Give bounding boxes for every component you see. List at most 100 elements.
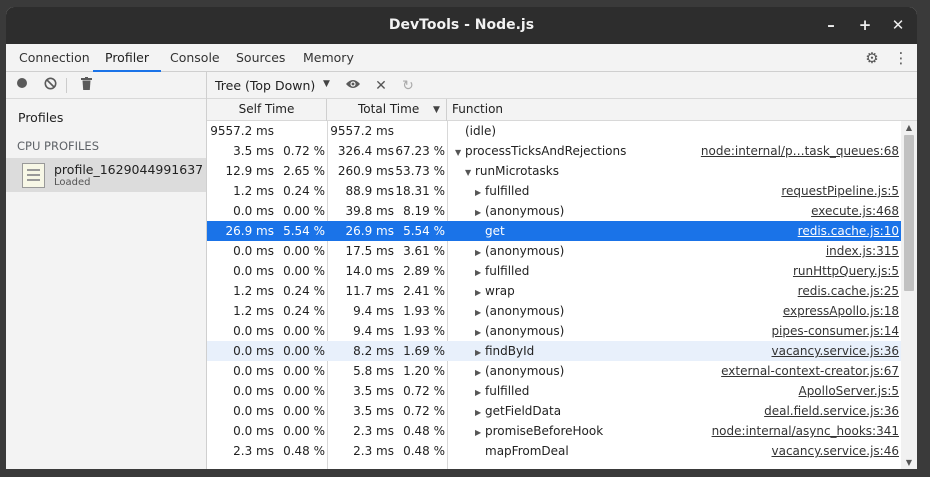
table-row[interactable]: 0.0 ms 0.00 % 14.0 ms 2.89 % ▶ fulfilled runHt… <box>207 261 901 281</box>
expand-right-icon[interactable]: ▶ <box>475 183 485 201</box>
scroll-up-icon[interactable]: ▲ <box>901 123 917 132</box>
table-row[interactable]: 9557.2 ms 9557.2 ms (idle) <box>207 121 901 141</box>
source-link[interactable]: requestPipeline.js:5 <box>669 181 899 201</box>
function-name: wrap <box>485 284 515 298</box>
source-link <box>669 121 899 141</box>
total-percent-cell: 0.48 % <box>403 444 445 458</box>
source-link[interactable]: vacancy.service.js:36 <box>669 341 899 361</box>
expand-right-icon[interactable]: ▶ <box>475 323 485 341</box>
table-row[interactable]: 0.0 ms 0.00 % 17.5 ms 3.61 % ▶ (anonymous) ind… <box>207 241 901 261</box>
vertical-scrollbar[interactable]: ▲ ▼ <box>901 121 917 469</box>
tab-memory[interactable]: Memory <box>291 44 366 72</box>
record-icon[interactable] <box>13 77 31 95</box>
table-row[interactable]: 0.0 ms 0.00 % 9.4 ms 1.93 % ▶ (anonymous) pipe… <box>207 321 901 341</box>
source-link[interactable]: vacancy.service.js:46 <box>669 441 899 461</box>
expand-right-icon[interactable]: ▶ <box>475 403 485 421</box>
self-time-cell: 1.2 ms <box>233 304 274 318</box>
table-row[interactable]: 0.0 ms 0.00 % 5.8 ms 1.20 % ▶ (anonymous) exte… <box>207 361 901 381</box>
function-name: (anonymous) <box>485 324 565 338</box>
expand-right-icon[interactable]: ▶ <box>475 203 485 221</box>
profile-view: Tree (Top Down) ▼ ✕ ↻ Self Time Total Ti… <box>207 72 917 469</box>
toolbar-divider <box>66 78 67 93</box>
source-link[interactable]: runHttpQuery.js:5 <box>669 261 899 281</box>
table-row[interactable]: 26.9 ms 5.54 % 26.9 ms 5.54 % get redis.cache… <box>207 221 901 241</box>
source-link[interactable]: index.js:315 <box>669 241 899 261</box>
expand-down-icon[interactable]: ▼ <box>455 143 465 161</box>
table-row[interactable]: 2.3 ms 0.48 % 2.3 ms 0.48 % mapFromDeal vacan… <box>207 441 901 461</box>
source-link[interactable]: redis.cache.js:25 <box>669 281 899 301</box>
expand-right-icon[interactable]: ▶ <box>475 243 485 261</box>
scroll-down-icon[interactable]: ▼ <box>901 458 917 467</box>
table-row[interactable]: 1.2 ms 0.24 % 88.9 ms 18.31 % ▶ fulfilled requ… <box>207 181 901 201</box>
table-row[interactable]: 3.5 ms 0.72 % 326.4 ms 67.23 % ▼ processTicks… <box>207 141 901 161</box>
expand-right-icon[interactable]: ▶ <box>475 363 485 381</box>
table-row[interactable]: 0.0 ms 0.00 % 2.3 ms 0.48 % ▶ promiseBeforeHo… <box>207 421 901 441</box>
expand-right-icon[interactable]: ▶ <box>475 303 485 321</box>
tab-console[interactable]: Console <box>158 44 232 72</box>
self-percent-cell: 0.24 % <box>283 304 325 318</box>
self-percent-cell: 5.54 % <box>283 224 325 238</box>
self-percent-cell: 0.00 % <box>283 244 325 258</box>
close-button[interactable]: ✕ <box>887 14 909 36</box>
table-row[interactable]: 12.9 ms 2.65 % 260.9 ms 53.73 % ▼ runMicrotas… <box>207 161 901 181</box>
eye-icon[interactable] <box>343 76 363 96</box>
expand-right-icon[interactable]: ▶ <box>475 263 485 281</box>
tab-connection[interactable]: Connection <box>7 44 102 72</box>
function-name: mapFromDeal <box>485 444 569 458</box>
total-percent-cell: 1.93 % <box>403 304 445 318</box>
table-row[interactable]: 0.0 ms 0.00 % 8.2 ms 1.69 % ▶ findById vacancy… <box>207 341 901 361</box>
function-name: promiseBeforeHook <box>485 424 604 438</box>
expand-down-icon[interactable]: ▼ <box>465 163 475 181</box>
minimize-button[interactable]: – <box>820 14 842 36</box>
source-link[interactable]: external-context-creator.js:67 <box>669 361 899 381</box>
maximize-button[interactable]: + <box>854 14 876 36</box>
gear-icon[interactable]: ⚙ <box>862 48 882 68</box>
refresh-icon[interactable]: ↻ <box>398 76 418 96</box>
total-percent-cell: 1.69 % <box>403 344 445 358</box>
self-time-header[interactable]: Self Time <box>207 99 327 121</box>
source-link <box>669 161 899 181</box>
table-row[interactable]: 1.2 ms 0.24 % 11.7 ms 2.41 % ▶ wrap redis.cach… <box>207 281 901 301</box>
table-row[interactable]: 0.0 ms 0.00 % 39.8 ms 8.19 % ▶ (anonymous) exe… <box>207 201 901 221</box>
expand-right-icon[interactable]: ▶ <box>475 343 485 361</box>
function-name: (anonymous) <box>485 364 565 378</box>
total-percent-cell: 2.89 % <box>403 264 445 278</box>
source-link[interactable]: expressApollo.js:18 <box>669 301 899 321</box>
function-name: getFieldData <box>485 404 562 418</box>
tab-sources[interactable]: Sources <box>224 44 297 72</box>
call-tree-rows: 9557.2 ms 9557.2 ms (idle) 3.5 ms 0.72 % 326.… <box>207 121 901 469</box>
chevron-down-icon[interactable]: ▼ <box>323 79 330 89</box>
scrollbar-thumb[interactable] <box>904 135 914 291</box>
source-link[interactable]: node:internal/p…task_queues:68 <box>669 141 899 161</box>
table-row[interactable]: 1.2 ms 0.24 % 9.4 ms 1.93 % ▶ (anonymous) expr… <box>207 301 901 321</box>
panel-tab-bar: Connection Profiler Console Sources Memo… <box>6 44 917 72</box>
expand-right-icon[interactable]: ▶ <box>475 423 485 441</box>
trash-icon[interactable] <box>77 77 95 95</box>
view-mode-select[interactable]: Tree (Top Down) <box>215 78 315 93</box>
self-percent-cell: 0.72 % <box>283 144 325 158</box>
source-link[interactable]: node:internal/async_hooks:341 <box>669 421 899 441</box>
expand-right-icon[interactable]: ▶ <box>475 283 485 301</box>
source-link[interactable]: ApolloServer.js:5 <box>669 381 899 401</box>
window-title: DevTools - Node.js <box>388 17 535 33</box>
expand-right-icon[interactable]: ▶ <box>475 383 485 401</box>
profile-item[interactable]: profile_1629044991637 Loaded <box>6 158 206 192</box>
self-time-cell: 1.2 ms <box>233 284 274 298</box>
source-link[interactable]: redis.cache.js:10 <box>669 221 899 241</box>
table-row[interactable]: 0.0 ms 0.00 % 3.5 ms 0.72 % ▶ fulfilled Apollo… <box>207 381 901 401</box>
self-time-cell: 1.2 ms <box>233 184 274 198</box>
source-link[interactable]: deal.field.service.js:36 <box>669 401 899 421</box>
source-link[interactable]: execute.js:468 <box>669 201 899 221</box>
total-percent-cell: 2.41 % <box>403 284 445 298</box>
total-time-header[interactable]: Total Time <box>327 99 447 121</box>
tab-profiler[interactable]: Profiler <box>93 44 162 72</box>
function-header[interactable]: Function <box>447 99 917 121</box>
self-percent-cell: 0.00 % <box>283 404 325 418</box>
more-options-icon[interactable]: ⋮ <box>891 48 911 68</box>
clear-all-icon[interactable] <box>41 77 59 95</box>
self-time-cell: 2.3 ms <box>233 444 274 458</box>
profile-icon <box>22 163 45 188</box>
table-row[interactable]: 0.0 ms 0.00 % 3.5 ms 0.72 % ▶ getFieldData dea… <box>207 401 901 421</box>
source-link[interactable]: pipes-consumer.js:14 <box>669 321 899 341</box>
close-icon[interactable]: ✕ <box>371 76 391 96</box>
